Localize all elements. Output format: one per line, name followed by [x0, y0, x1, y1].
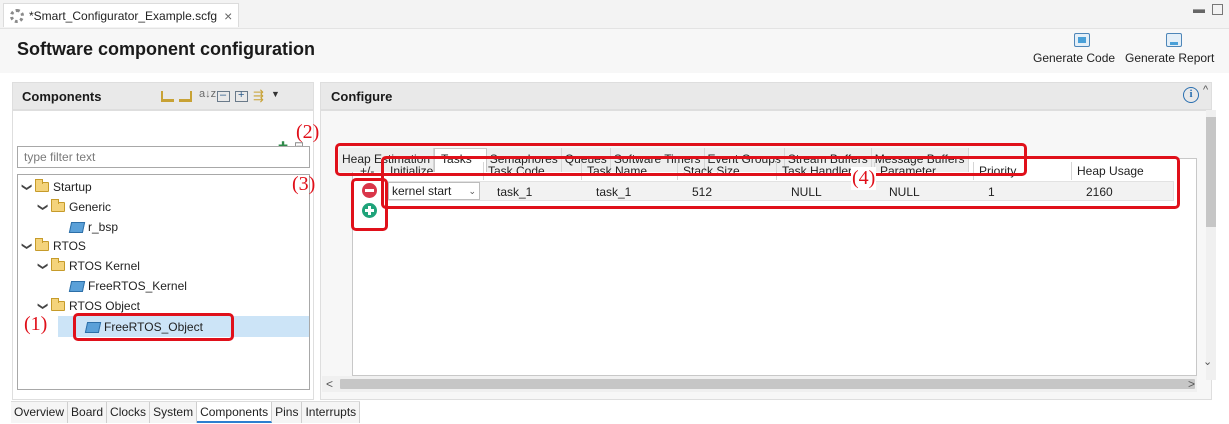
- tree-node-r-bsp[interactable]: r_bsp: [68, 217, 119, 237]
- expand-all-icon[interactable]: [235, 89, 248, 102]
- tab-pins[interactable]: Pins: [272, 402, 303, 423]
- filter-input[interactable]: [17, 146, 310, 168]
- configure-title: Configure: [331, 89, 393, 104]
- generate-report-button[interactable]: Generate Report: [1125, 51, 1214, 65]
- folder-icon: [51, 298, 65, 311]
- sort-icon[interactable]: a↓z: [199, 88, 216, 100]
- component-icon: [68, 280, 86, 292]
- generate-report-icon[interactable]: [1166, 33, 1182, 47]
- generate-code-button[interactable]: Generate Code: [1033, 51, 1115, 65]
- tab-board[interactable]: Board: [68, 402, 108, 423]
- view-mode-icon[interactable]: ⇶: [253, 88, 264, 104]
- tree-node-startup[interactable]: ❯ Startup: [21, 177, 92, 197]
- annotation-box-4: [381, 156, 1180, 209]
- export-icon[interactable]: [179, 91, 192, 102]
- tree-node-label: RTOS Object: [69, 299, 140, 313]
- folder-icon: [51, 199, 65, 212]
- minimize-icon[interactable]: ▬: [1193, 2, 1205, 16]
- tree-node-generic[interactable]: ❯ Generic: [37, 197, 112, 217]
- annotation-box-1: [73, 313, 234, 341]
- horizontal-scroll-thumb[interactable]: [340, 379, 1195, 389]
- page-title: Software component configuration: [17, 39, 316, 59]
- tree-node-label: FreeRTOS_Kernel: [88, 279, 187, 293]
- editor-tab-label: *Smart_Configurator_Example.scfg: [29, 8, 218, 23]
- annotation-label-4: (4): [851, 167, 877, 190]
- maximize-icon[interactable]: [1212, 4, 1223, 15]
- chevron-down-icon[interactable]: ❯: [37, 203, 48, 212]
- bottom-tab-bar: Overview Board Clocks System Components …: [11, 401, 361, 423]
- editor-tab[interactable]: *Smart_Configurator_Example.scfg ×: [3, 3, 240, 27]
- chevron-down-icon[interactable]: ❯: [37, 302, 48, 311]
- components-header: Components a↓z ⇶ ▼: [12, 82, 314, 110]
- chevron-down-icon[interactable]: ❯: [21, 183, 32, 192]
- folder-icon: [35, 179, 49, 192]
- collapse-all-icon[interactable]: [217, 89, 230, 102]
- tab-system[interactable]: System: [150, 402, 198, 423]
- configure-header: Configure: [320, 82, 1212, 110]
- info-icon[interactable]: i: [1183, 87, 1199, 103]
- generate-code-icon[interactable]: [1074, 33, 1090, 47]
- vertical-scroll-thumb[interactable]: [1206, 117, 1216, 227]
- folder-icon: [35, 238, 49, 251]
- tree-node-label: RTOS Kernel: [69, 259, 140, 273]
- tree-node-label: Generic: [69, 200, 112, 214]
- chevron-down-icon[interactable]: ❯: [37, 262, 48, 271]
- tree-node-label: RTOS: [53, 239, 86, 253]
- scroll-up-icon[interactable]: ^: [1203, 84, 1208, 96]
- scroll-down-icon[interactable]: ⌄: [1203, 355, 1212, 368]
- components-title: Components: [22, 89, 102, 104]
- annotation-label-1: (1): [24, 313, 48, 335]
- tab-interrupts[interactable]: Interrupts: [302, 402, 361, 423]
- chevron-down-icon[interactable]: ❯: [21, 242, 32, 251]
- import-icon[interactable]: [161, 91, 174, 102]
- tab-clocks[interactable]: Clocks: [107, 402, 151, 423]
- annotation-label-2: (2): [296, 121, 320, 143]
- tab-overview[interactable]: Overview: [11, 402, 69, 423]
- view-menu-dropdown-icon[interactable]: ▼: [271, 89, 280, 99]
- config-file-icon: [10, 8, 24, 23]
- component-icon: [68, 221, 86, 233]
- tree-node-label: r_bsp: [88, 220, 119, 234]
- tree-node-rtos-kernel[interactable]: ❯ RTOS Kernel: [37, 256, 140, 276]
- close-icon[interactable]: ×: [224, 8, 232, 24]
- folder-icon: [51, 258, 65, 271]
- tab-components[interactable]: Components: [197, 402, 273, 423]
- scroll-left-icon[interactable]: <: [326, 377, 333, 391]
- annotation-label-3: (3): [292, 173, 316, 195]
- tree-node-freertos-kernel[interactable]: FreeRTOS_Kernel: [68, 276, 187, 296]
- scroll-right-icon[interactable]: >: [1188, 377, 1195, 391]
- tree-node-rtos[interactable]: ❯ RTOS: [21, 236, 86, 256]
- tree-node-label: Startup: [53, 180, 92, 194]
